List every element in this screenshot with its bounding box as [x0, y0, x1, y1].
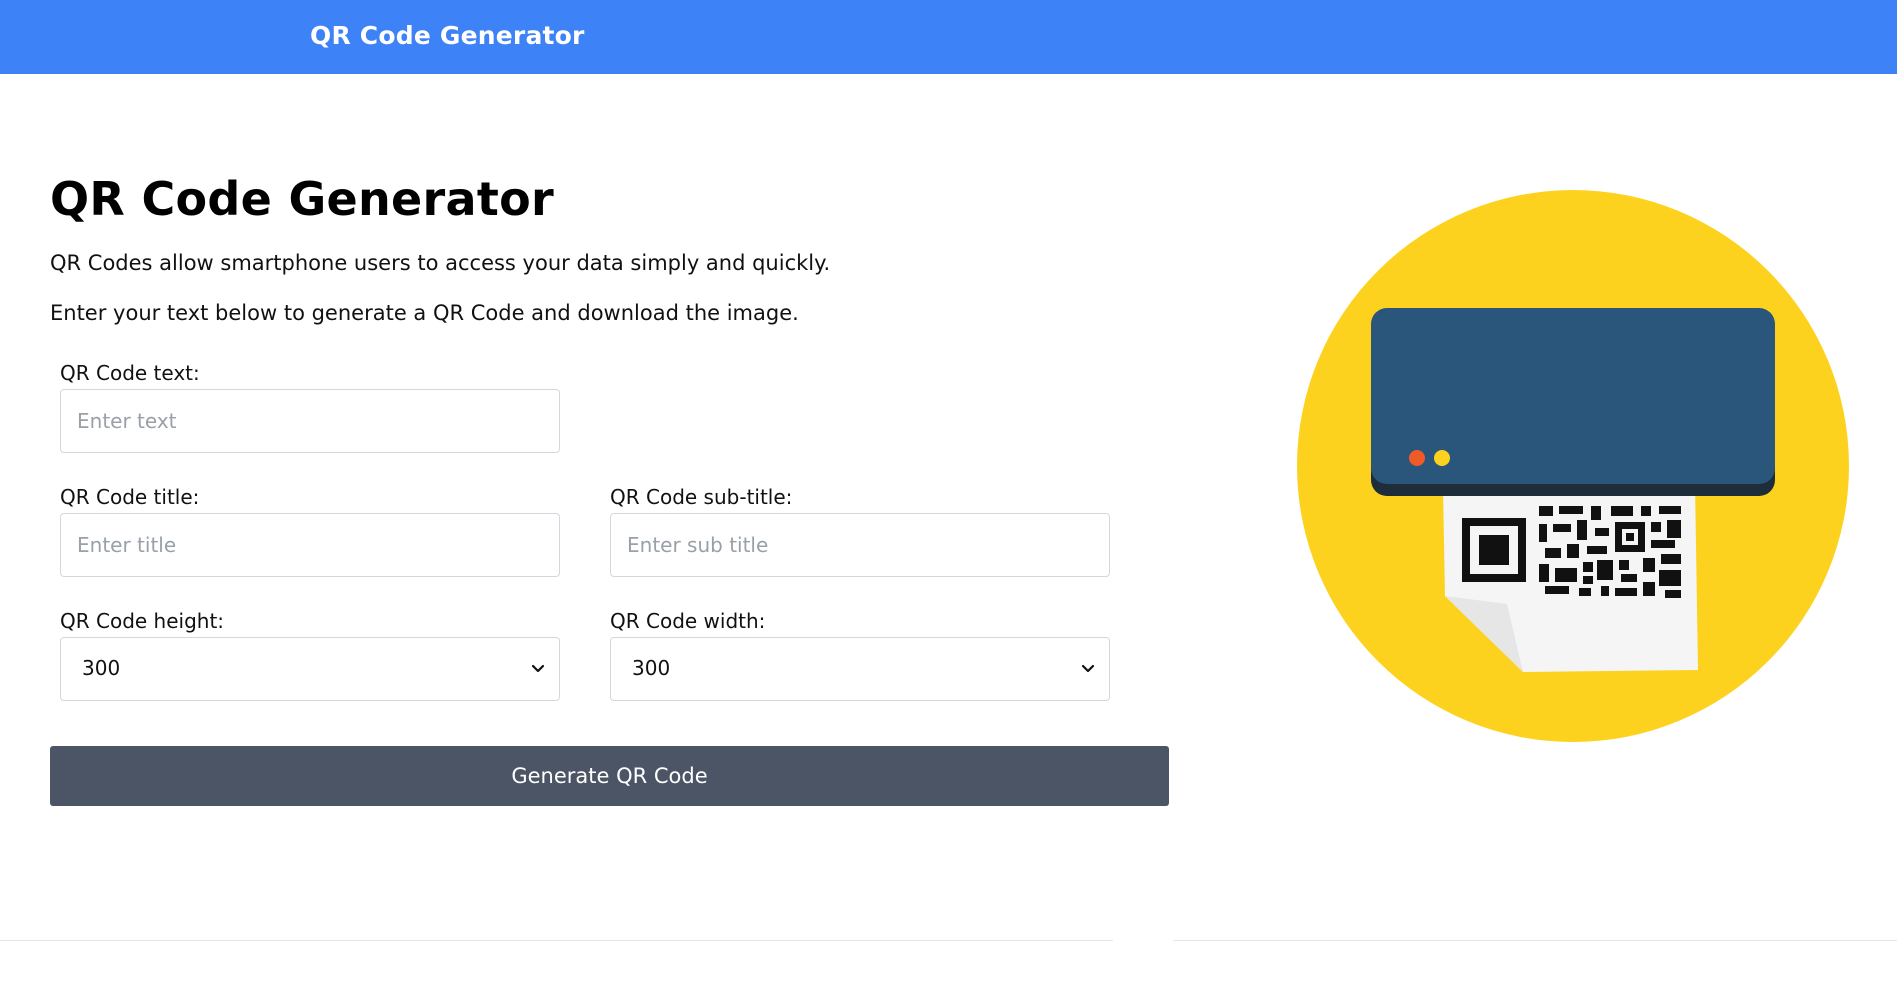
qr-subtitle-label: QR Code sub-title: — [610, 485, 793, 509]
qr-printer-illustration — [1297, 190, 1849, 742]
qr-title-input[interactable] — [60, 513, 560, 577]
page-title: QR Code Generator — [50, 172, 555, 226]
intro-text: QR Codes allow smartphone users to acces… — [50, 251, 831, 275]
qr-width-select[interactable]: 300 — [610, 637, 1110, 701]
instruction-text: Enter your text below to generate a QR C… — [50, 301, 799, 325]
qr-height-value: 300 — [82, 656, 121, 680]
qr-text-input[interactable] — [60, 389, 560, 453]
generate-qr-code-button[interactable]: Generate QR Code — [50, 746, 1169, 806]
qr-subtitle-input[interactable] — [610, 513, 1110, 577]
qr-width-label: QR Code width: — [610, 609, 766, 633]
qr-title-label: QR Code title: — [60, 485, 200, 509]
qr-height-label: QR Code height: — [60, 609, 225, 633]
printer-red-light — [1409, 450, 1425, 466]
printer-yellow-light — [1434, 450, 1450, 466]
qr-text-label: QR Code text: — [60, 361, 200, 385]
footer-divider — [0, 940, 1897, 941]
chevron-down-icon — [531, 664, 545, 673]
qr-height-select[interactable]: 300 — [60, 637, 560, 701]
top-navbar: QR Code Generator — [0, 0, 1897, 74]
printer-body — [1371, 308, 1775, 496]
chevron-down-icon — [1081, 664, 1095, 673]
qr-width-value: 300 — [632, 656, 671, 680]
navbar-brand[interactable]: QR Code Generator — [310, 21, 585, 50]
